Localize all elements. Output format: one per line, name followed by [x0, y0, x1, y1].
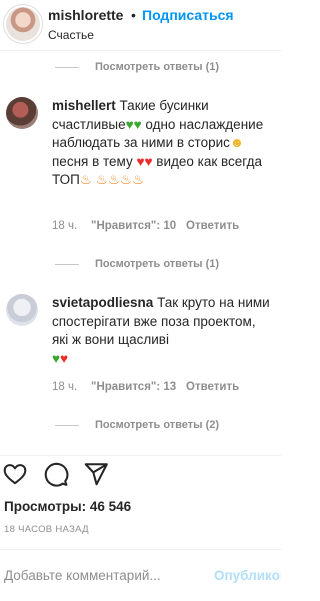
view-replies-button[interactable]: Посмотреть ответы (1): [95, 61, 219, 73]
red-heart-emoji: ♥♥: [136, 153, 153, 169]
reply-label[interactable]: Ответить: [186, 220, 239, 232]
avatar[interactable]: [4, 5, 42, 43]
replies-divider: [55, 67, 79, 68]
reply-label[interactable]: Ответить: [186, 381, 239, 393]
reply-button[interactable]: Ответить: [186, 220, 239, 232]
likes-count[interactable]: "Нравится": 13: [91, 381, 176, 393]
post-time[interactable]: 18 ЧАСОВ НАЗАД: [4, 524, 89, 535]
header-username[interactable]: mishlorette: [48, 7, 123, 23]
comment-username[interactable]: mishellert: [52, 98, 116, 113]
separator-dot: •: [131, 7, 136, 23]
views-count[interactable]: Просмотры: 46 546: [4, 499, 131, 514]
comment-text: mishellert Такие бусинки счастливые♥♥ од…: [52, 97, 272, 190]
likes-count[interactable]: "Нравится": 10: [91, 220, 176, 232]
comment-time[interactable]: 18 ч.: [52, 381, 77, 393]
location-link[interactable]: Счастье: [48, 28, 94, 42]
fire-emoji: ♨♨♨♨: [95, 172, 145, 187]
comment-body-part: песня в тему: [52, 153, 133, 169]
share-icon[interactable]: [83, 461, 109, 487]
publish-button[interactable]: Опубликовать: [214, 568, 281, 583]
green-heart-emoji: ♥♥: [125, 116, 142, 132]
comment-icon[interactable]: [43, 461, 69, 487]
comment-username[interactable]: svietapodliesna: [52, 295, 153, 310]
heart-eyes-emoji: ☻: [229, 135, 245, 150]
reply-button[interactable]: Ответить: [186, 381, 239, 393]
avatar[interactable]: [6, 97, 38, 129]
replies-divider: [55, 425, 79, 426]
green-heart-emoji: ♥: [52, 350, 61, 366]
post-header: [0, 0, 281, 51]
heart-icon[interactable]: [2, 461, 28, 487]
avatar[interactable]: [6, 294, 38, 326]
comment-likes[interactable]: "Нравится": 13: [91, 381, 176, 393]
view-replies-button[interactable]: Посмотреть ответы (1): [95, 258, 219, 270]
comment-text: svietapodliesna Так круто на ними спосте…: [52, 294, 272, 368]
comment-input[interactable]: Добавьте комментарий...: [4, 568, 161, 583]
replies-divider: [55, 264, 79, 265]
view-replies-button[interactable]: Посмотреть ответы (2): [95, 419, 219, 431]
follow-button[interactable]: Подписаться: [142, 7, 234, 23]
comment-time[interactable]: 18 ч.: [52, 220, 77, 232]
fire-emoji: ♨: [79, 172, 92, 187]
red-heart-emoji: ♥: [60, 350, 69, 366]
comment-likes[interactable]: "Нравится": 10: [91, 220, 176, 232]
